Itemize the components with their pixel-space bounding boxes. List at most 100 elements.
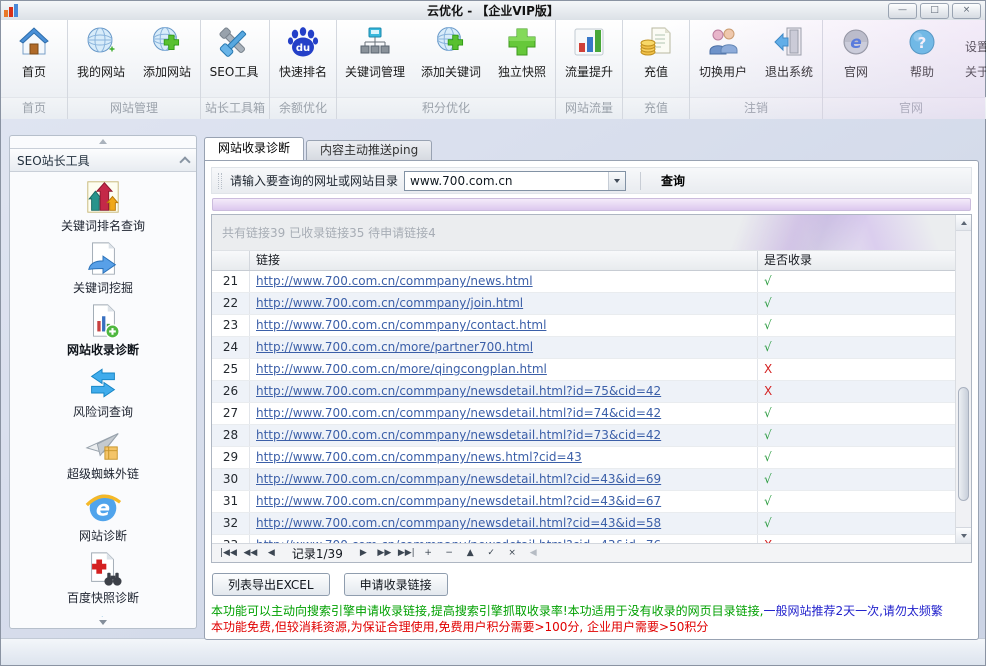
link-url[interactable]: http://www.700.com.cn/commpany/newsdetai… (256, 384, 661, 398)
toolbar-button-switch-user[interactable]: 切换用户 (690, 20, 756, 97)
row-number-cell: 24 (212, 337, 250, 358)
toolbar-button-label: 添加关键词 (421, 63, 481, 80)
export-excel-button[interactable]: 列表导出EXCEL (212, 573, 330, 596)
toolbar-button-about[interactable]: 关于 (965, 63, 986, 80)
column-header-included: 是否收录 (758, 251, 955, 270)
link-url[interactable]: http://www.700.com.cn/commpany/newsdetai… (256, 494, 661, 508)
link-url[interactable]: http://www.700.com.cn/commpany/newsdetai… (256, 406, 661, 420)
tab-ping-push[interactable]: 内容主动推送ping (306, 140, 432, 160)
close-button[interactable]: × (952, 3, 981, 19)
pager-first-page-button[interactable]: |◀◀ (217, 548, 240, 558)
row-number-cell: 29 (212, 447, 250, 468)
toolbar-group-official: e官网?帮助设置关于官网 (823, 20, 986, 119)
sidebar-item-keyword-mining[interactable]: 关键词挖掘 (73, 240, 133, 296)
inclusion-status-cell: √ (758, 513, 955, 534)
toolbar-button-add-website[interactable]: 添加网站 (134, 20, 200, 97)
pager-edit-record-button[interactable]: ▲ (460, 548, 481, 558)
link-url[interactable]: http://www.700.com.cn/commpany/contact.h… (256, 318, 546, 332)
pager-refresh-button[interactable]: ◀ (523, 548, 544, 558)
scroll-up-arrow-icon[interactable] (956, 215, 971, 231)
toolbar-button-settings[interactable]: 设置 (965, 38, 986, 55)
summary-text: 共有链接39 已收录链接35 待申请链接4 (222, 224, 436, 241)
link-cell: http://www.700.com.cn/commpany/newsdetai… (250, 513, 758, 534)
pager-next-page-button[interactable]: ▶ (353, 548, 374, 558)
toolbar-button-label: 首页 (22, 63, 46, 80)
toolbar-button-seo-tools[interactable]: SEO工具 (201, 20, 267, 97)
toolbar-button-traffic-boost[interactable]: 流量提升 (556, 20, 622, 97)
link-cell: http://www.700.com.cn/commpany/contact.h… (250, 315, 758, 336)
sidebar-item-label: 网站收录诊断 (67, 341, 139, 358)
toolbar-button-help[interactable]: ?帮助 (889, 20, 955, 97)
toolbar-button-recharge[interactable]: 充值 (623, 20, 689, 97)
link-cell: http://www.700.com.cn/commpany/newsdetai… (250, 425, 758, 446)
toolbar-button-official-website[interactable]: e官网 (823, 20, 889, 97)
toolbar-button-standalone-snapshot[interactable]: 独立快照 (489, 20, 555, 97)
url-combobox[interactable]: www.700.com.cn (404, 171, 626, 191)
switch-user-icon (706, 25, 740, 59)
toolbar-button-exit-system[interactable]: 退出系统 (756, 20, 822, 97)
dropdown-arrow-icon[interactable] (608, 172, 625, 190)
note-red-text: 本功能免费,但较消耗资源,为保证合理使用,免费用户积分需要>100分, 企业用户… (211, 620, 708, 634)
link-url[interactable]: http://www.700.com.cn/commpany/newsdetai… (256, 516, 661, 530)
vertical-scrollbar[interactable] (955, 215, 971, 543)
sidebar-item-super-spider-backlink[interactable]: 超级蜘蛛外链 (67, 426, 139, 482)
sidebar-item-risk-word-query[interactable]: 风险词查询 (73, 364, 133, 420)
query-button[interactable]: 查询 (651, 169, 695, 192)
link-url[interactable]: http://www.700.com.cn/commpany/newsdetai… (256, 472, 661, 486)
sidebar-item-baidu-snapshot-diagnosis[interactable]: 百度快照诊断 (67, 550, 139, 606)
link-url[interactable]: http://www.700.com.cn/more/partner700.ht… (256, 340, 533, 354)
scroll-down-arrow-icon[interactable] (956, 527, 971, 543)
toolbar-button-fast-ranking[interactable]: du快速排名 (270, 20, 336, 97)
pager-rewind-button[interactable]: ◀◀ (240, 548, 261, 558)
link-url[interactable]: http://www.700.com.cn/commpany/newsdetai… (256, 428, 661, 442)
toolbar-button-label: 充值 (644, 63, 668, 80)
tools-icon (217, 25, 251, 59)
toolbar-separator (640, 172, 641, 190)
inclusion-status-cell: √ (758, 425, 955, 446)
inclusion-status-cell: √ (758, 447, 955, 468)
link-url[interactable]: http://www.700.com.cn/commpany/join.html (256, 296, 523, 310)
link-url[interactable]: http://www.700.com.cn/commpany/news.html (256, 274, 533, 288)
toolbar-button-add-keyword[interactable]: 添加关键词 (413, 20, 489, 97)
pager-prev-page-button[interactable]: ◀ (261, 548, 282, 558)
sidebar-scroll-up-icon[interactable] (10, 136, 196, 147)
sidebar-scroll-down-icon[interactable] (10, 617, 196, 628)
pager-insert-record-button[interactable]: + (418, 548, 439, 558)
pager-delete-record-button[interactable]: − (439, 548, 460, 558)
pager-last-page-button[interactable]: ▶▶| (395, 548, 418, 558)
note-green-text: 本功能可以主动向搜索引擎申请收录链接,提高搜索引擎抓取收录率!本功适用于没有收录… (211, 604, 763, 618)
sidebar-item-keyword-rank-query[interactable]: 关键词排名查询 (61, 178, 145, 234)
sitemap-icon (358, 25, 392, 59)
link-cell: http://www.700.com.cn/more/qingcongplan.… (250, 359, 758, 380)
sidebar-group-header[interactable]: SEO站长工具 (9, 148, 197, 172)
tab-inclusion-diagnosis[interactable]: 网站收录诊断 (204, 137, 304, 160)
check-mark: √ (764, 406, 772, 420)
link-url[interactable]: http://www.700.com.cn/commpany/news.html… (256, 450, 582, 464)
progress-bar (212, 198, 971, 211)
sidebar-items: 关键词排名查询关键词挖掘网站收录诊断风险词查询超级蜘蛛外链 e网站诊断百度快照诊断 (10, 172, 196, 617)
row-number-cell: 22 (212, 293, 250, 314)
link-cell: http://www.700.com.cn/commpany/newsdetai… (250, 491, 758, 512)
sidebar-item-site-inclusion-diagnosis[interactable]: 网站收录诊断 (67, 302, 139, 358)
check-mark: √ (764, 494, 772, 508)
pager-forward-button[interactable]: ▶▶ (374, 548, 395, 558)
check-mark: √ (764, 274, 772, 288)
check-mark: √ (764, 318, 772, 332)
scrollbar-thumb[interactable] (958, 387, 969, 501)
pager-cancel-record-button[interactable]: × (502, 548, 523, 558)
toolbar-group-webmaster-toolbox: SEO工具站长工具箱 (201, 20, 270, 119)
table-row: 28 http://www.700.com.cn/commpany/newsdet… (212, 425, 955, 447)
row-number-cell: 28 (212, 425, 250, 446)
toolbar-button-home[interactable]: 首页 (1, 20, 67, 97)
toolbar-button-keyword-management[interactable]: 关键词管理 (337, 20, 413, 97)
link-url[interactable]: http://www.700.com.cn/more/qingcongplan.… (256, 362, 547, 376)
maximize-button[interactable]: □ (920, 3, 949, 19)
apply-inclusion-button[interactable]: 申请收录链接 (344, 573, 448, 596)
toolbar-group-points-optimization: 关键词管理添加关键词独立快照积分优化 (337, 20, 556, 119)
sidebar-item-website-diagnosis[interactable]: e网站诊断 (79, 488, 127, 544)
pager-post-record-button[interactable]: ✓ (481, 548, 502, 558)
check-mark: √ (764, 296, 772, 310)
minimize-button[interactable]: — (888, 3, 917, 19)
toolbar-button-my-website[interactable]: 我的网站 (68, 20, 134, 97)
sidebar-item-label: 网站诊断 (79, 527, 127, 544)
